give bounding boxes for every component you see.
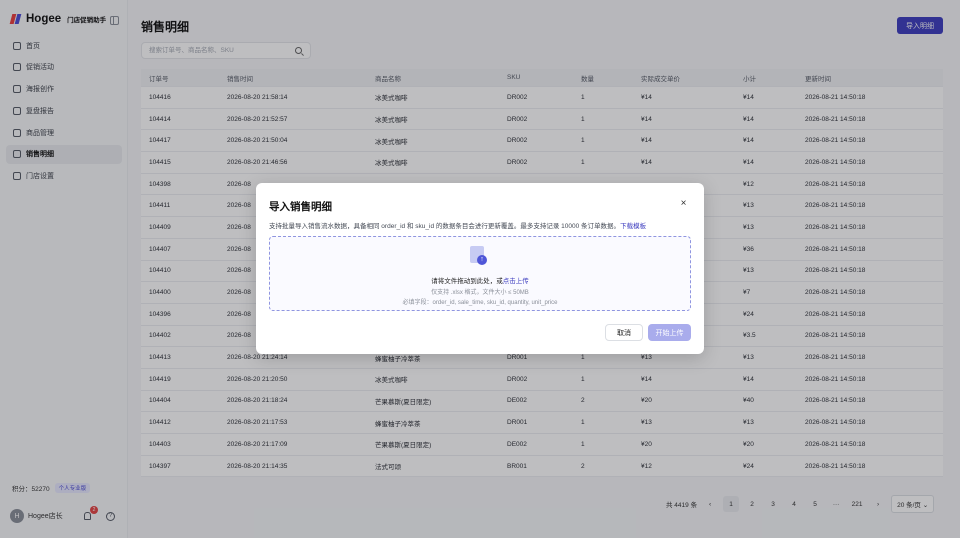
required-fields-hint: 必填字段：order_id, sale_time, sku_id, quanti…: [402, 300, 558, 306]
description-text: 支持批量导入销售流水数据，具备相同 order_id 和 sku_id 的数据条…: [269, 223, 621, 230]
cancel-button[interactable]: 取消: [605, 324, 643, 341]
close-icon[interactable]: ×: [679, 199, 688, 209]
drop-text: 请将文件拖动到此处，或: [431, 278, 503, 285]
modal-title: 导入销售明细: [269, 201, 332, 213]
file-dropzone[interactable]: 请将文件拖动到此处，或点击上传 仅支持 .xlsx 格式，文件大小 ≤ 50MB…: [269, 236, 691, 311]
upload-file-icon: [470, 246, 487, 265]
start-upload-button[interactable]: 开始上传: [648, 324, 691, 341]
click-upload-link[interactable]: 点击上传: [503, 278, 529, 285]
import-modal: 导入销售明细 × 支持批量导入销售流水数据，具备相同 order_id 和 sk…: [256, 183, 704, 354]
modal-description: 支持批量导入销售流水数据，具备相同 order_id 和 sku_id 的数据条…: [269, 220, 646, 230]
download-template-link[interactable]: 下载模板: [620, 223, 646, 230]
drop-instruction: 请将文件拖动到此处，或点击上传: [270, 275, 690, 285]
file-format-hint: 仅支持 .xlsx 格式，文件大小 ≤ 50MB: [431, 290, 529, 296]
